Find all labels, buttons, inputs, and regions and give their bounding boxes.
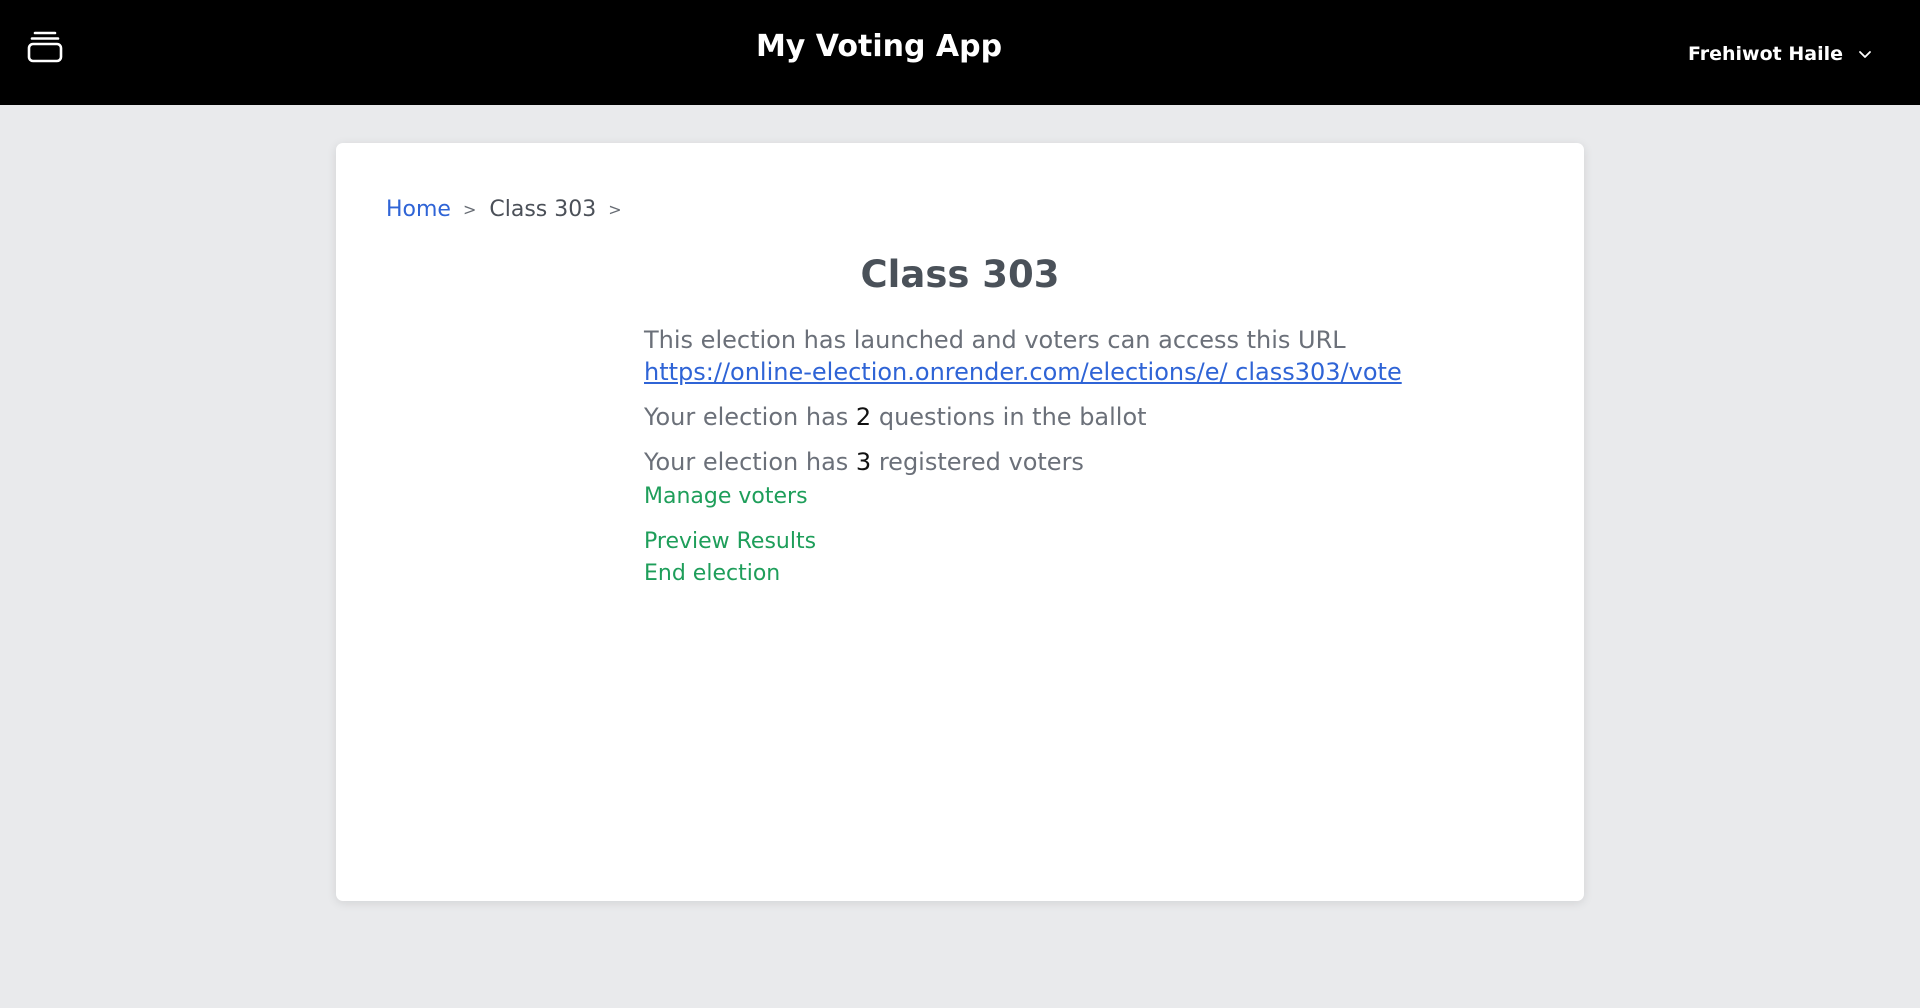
voters-prefix: Your election has <box>644 448 849 476</box>
election-info: This election has launched and voters ca… <box>644 324 1402 590</box>
breadcrumb-separator: > <box>462 200 477 219</box>
top-navbar: My Voting App Frehiwot Haile <box>0 0 1920 105</box>
app-title: My Voting App <box>755 29 1003 64</box>
questions-suffix: questions in the ballot <box>878 403 1147 431</box>
questions-prefix: Your election has <box>644 403 849 431</box>
questions-count-text: Your election has 2 questions in the bal… <box>644 401 1364 433</box>
voters-count-text: Your election has 3 registered voters <box>644 446 1364 478</box>
preview-results-link[interactable]: Preview Results <box>644 526 1364 558</box>
manage-voters-link[interactable]: Manage voters <box>644 481 1364 513</box>
chevron-down-icon[interactable] <box>1857 46 1873 62</box>
voters-count: 3 <box>855 448 872 476</box>
questions-count: 2 <box>855 403 872 431</box>
voters-suffix: registered voters <box>878 448 1084 476</box>
breadcrumb-separator: > <box>608 200 622 219</box>
breadcrumb-current: Class 303 <box>489 197 597 222</box>
page-title: Class 303 <box>860 253 1060 296</box>
election-card: Home > Class 303 > Class 303 This electi… <box>336 143 1584 901</box>
vote-url-link[interactable]: https://online-election.onrender.com/ele… <box>644 356 1402 388</box>
launched-text: This election has launched and voters ca… <box>644 326 1346 354</box>
user-menu[interactable]: Frehiwot Haile <box>1688 41 1873 67</box>
user-name[interactable]: Frehiwot Haile <box>1688 41 1843 67</box>
breadcrumb: Home > Class 303 > <box>386 195 635 225</box>
end-election-link[interactable]: End election <box>644 558 1364 590</box>
breadcrumb-home-link[interactable]: Home <box>386 195 451 225</box>
